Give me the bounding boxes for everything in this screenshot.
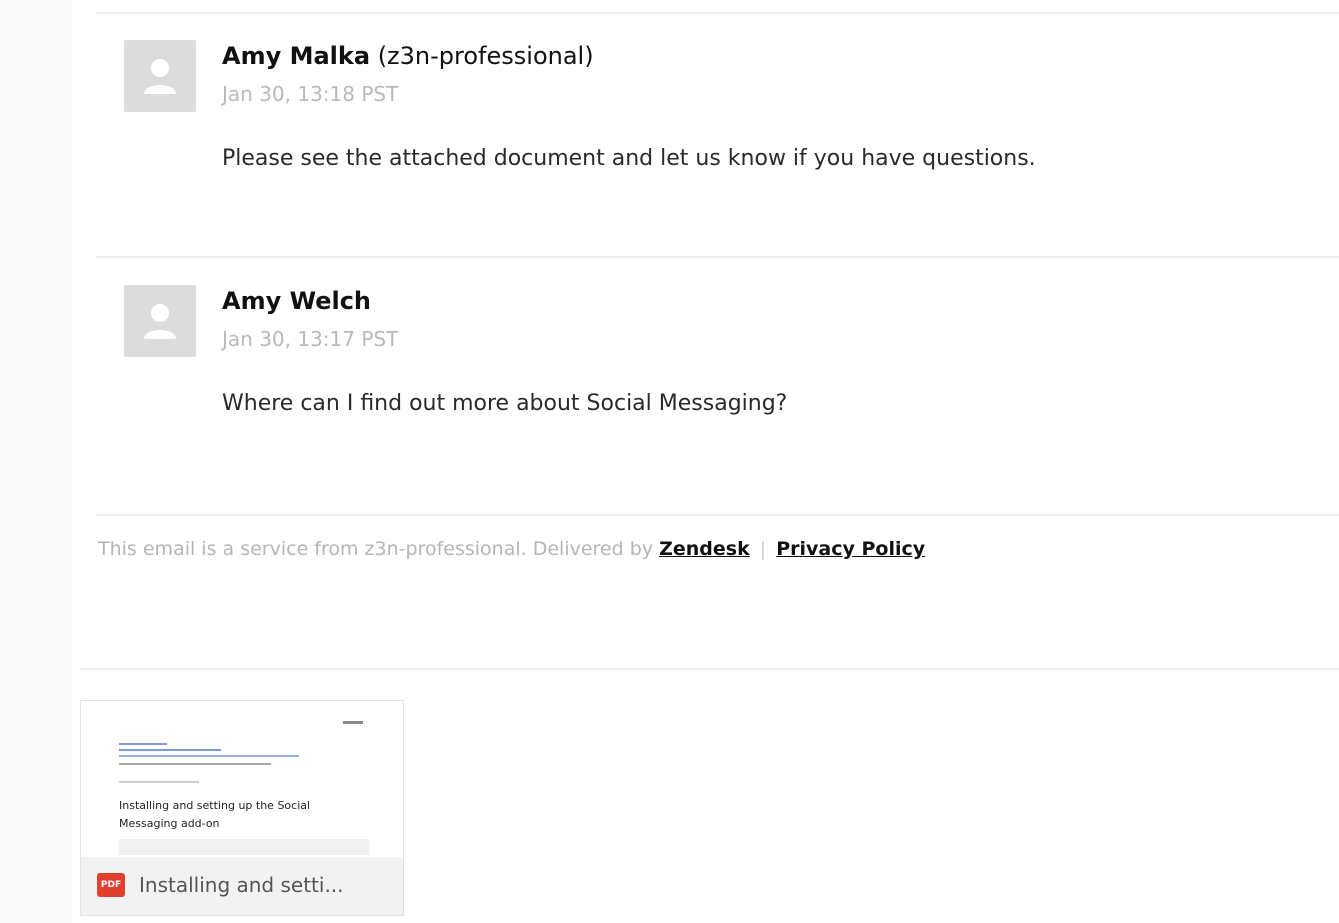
comment-timestamp: Jan 30, 13:17 PST (222, 327, 399, 351)
comment-item: Amy Malka (z3n-professional) Jan 30, 13:… (124, 40, 1304, 240)
preview-line (119, 749, 221, 751)
attachment-preview[interactable]: Installing and setting up the Social Mes… (81, 701, 403, 857)
preview-page-number (343, 721, 363, 724)
comment-timestamp: Jan 30, 13:18 PST (222, 82, 399, 106)
author-name: Amy Malka (222, 42, 371, 70)
comment-body: Please see the attached document and let… (222, 146, 1036, 171)
preview-line (119, 743, 167, 745)
comment-item: Amy Welch Jan 30, 13:17 PST Where can I … (124, 285, 1304, 485)
comment-author: Amy Welch (222, 287, 371, 315)
email-footer: This email is a service from z3n-profess… (98, 538, 925, 560)
avatar (124, 285, 196, 357)
pdf-file-icon: PDF (97, 873, 125, 897)
footer-separator: | (759, 538, 767, 560)
preview-line (119, 763, 271, 765)
attachment-name[interactable]: Installing and setti... (139, 873, 344, 897)
divider (96, 12, 1339, 14)
avatar (124, 40, 196, 112)
divider (96, 514, 1339, 516)
comment-body: Where can I find out more about Social M… (222, 391, 788, 416)
preview-line (119, 755, 299, 757)
author-org: (z3n-professional) (377, 42, 594, 70)
footer-text: This email is a service from z3n-profess… (98, 538, 654, 560)
preview-title: Installing and setting up the Social Mes… (119, 799, 311, 830)
preview-line (119, 781, 199, 783)
author-name: Amy Welch (222, 287, 372, 315)
user-silhouette-icon (144, 59, 176, 94)
preview-table (119, 839, 369, 855)
user-silhouette-icon (144, 304, 176, 339)
divider (96, 256, 1339, 258)
comment-author: Amy Malka (z3n-professional) (222, 42, 594, 70)
left-gutter (0, 0, 72, 923)
attachment-card[interactable]: Installing and setting up the Social Mes… (80, 700, 404, 916)
divider (80, 668, 1339, 670)
zendesk-link[interactable]: Zendesk (659, 538, 750, 560)
privacy-policy-link[interactable]: Privacy Policy (776, 538, 925, 560)
